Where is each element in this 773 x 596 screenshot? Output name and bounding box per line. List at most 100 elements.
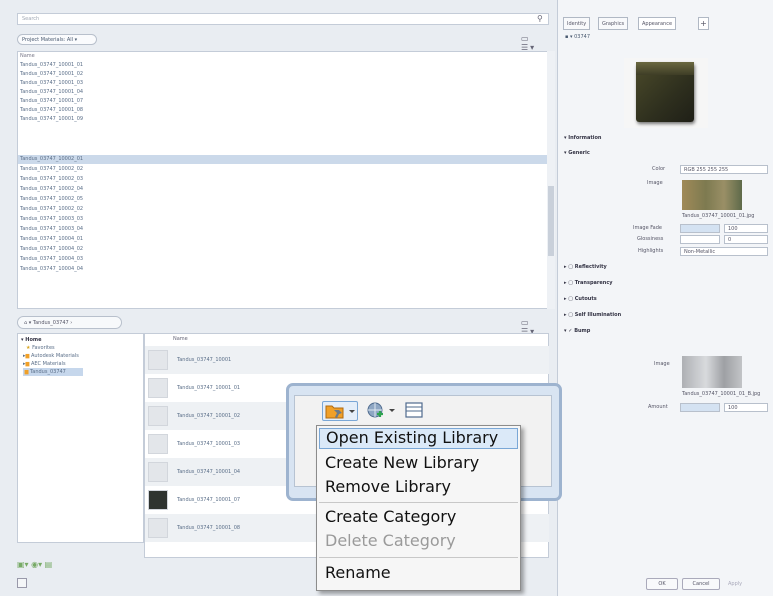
tab-graphics[interactable]: Graphics (598, 17, 629, 30)
material-swatch (148, 462, 168, 482)
library-toolbar-icons[interactable]: ▣▾ ◉▾ ▤ (17, 560, 52, 569)
list-item[interactable]: Tandus_03747_10003_03 (18, 215, 548, 224)
grid-item[interactable]: Tandus_03747_10001 (145, 346, 549, 374)
list-item[interactable]: Tandus_03747_10003_04 (18, 225, 548, 234)
filter-label: Project Materials: All (22, 37, 74, 43)
bump-image-thumbnail[interactable] (682, 356, 742, 388)
tree-library[interactable]: ▸▆ AEC Materials (23, 360, 66, 368)
section-label: Reflectivity (574, 264, 607, 270)
apply-button[interactable]: Apply (728, 581, 742, 590)
material-preview (624, 58, 708, 128)
section-label: Transparency (574, 280, 613, 286)
material-editor-panel: Identity Graphics Appearance + ▪ ▾ 03747… (557, 0, 773, 596)
grid-item-label: Tandus_03747_10001_01 (177, 385, 241, 391)
list-scrollbar[interactable] (547, 51, 555, 309)
glossiness-field[interactable]: 0 (724, 235, 768, 244)
scrollbar-thumb[interactable] (548, 186, 554, 256)
menu-item-open-existing-library[interactable]: Open Existing Library (319, 428, 518, 449)
globe-add-icon (367, 402, 395, 418)
section-transparency[interactable]: ▸ ▢ Transparency (564, 280, 613, 289)
library-menu-button[interactable] (322, 401, 358, 421)
search-icon[interactable]: ⚲ (537, 14, 547, 24)
asset-icon: ▪ ▾ (565, 34, 573, 40)
add-tab-button[interactable]: + (698, 17, 709, 30)
section-label: Information (568, 135, 602, 141)
folder-wrench-icon (325, 405, 355, 419)
amount-field[interactable]: 100 (724, 403, 768, 412)
section-bump[interactable]: ▾ ✓ Bump (564, 328, 590, 337)
list-item[interactable]: Tandus_03747_10002_03 (18, 175, 548, 184)
list-item[interactable]: Tandus_03747_10002_05 (18, 195, 548, 204)
grid-item-label: Tandus_03747_10001_08 (177, 525, 241, 531)
list-item[interactable]: Tandus_03747_10004_04 (18, 265, 548, 274)
list-item[interactable]: Tandus_03747_10002_02 (18, 205, 548, 214)
library-view-options-icon[interactable]: ▭ ☰▾ (521, 318, 545, 336)
search-input[interactable]: Search (17, 13, 549, 25)
section-label: Bump (574, 328, 591, 334)
section-cutouts[interactable]: ▸ ▢ Cutouts (564, 296, 597, 305)
add-material-button[interactable] (365, 401, 399, 421)
ok-button[interactable]: OK (646, 578, 678, 590)
tab-identity[interactable]: Identity (563, 17, 591, 30)
tree-library[interactable]: ▸▆ Autodesk Materials (23, 352, 79, 360)
panel-toggle-icon[interactable] (17, 578, 27, 588)
cancel-button[interactable]: Cancel (682, 578, 720, 590)
material-swatch (148, 490, 168, 510)
list-item[interactable]: Tandus_03747_10001_09 (18, 115, 548, 124)
list-item[interactable]: Tandus_03747_10002_02 (18, 165, 548, 174)
tree-home-label: Home (25, 337, 42, 343)
tree-home[interactable]: ▾ Home (21, 336, 42, 344)
preview-cube (636, 62, 694, 122)
folder-icon: ▆ (25, 361, 30, 367)
list-item[interactable]: Tandus_03747_10004_02 (18, 245, 548, 254)
list-header: Name (20, 53, 35, 59)
list-item[interactable]: Tandus_03747_10001_01 (18, 61, 548, 70)
section-self-illumination[interactable]: ▸ ▢ Self Illumination (564, 312, 621, 321)
list-item[interactable]: Tandus_03747_10004_01 (18, 235, 548, 244)
material-swatch (148, 434, 168, 454)
library-tree: ▾ Home ★ Favorites ▸▆ Autodesk Materials… (17, 333, 144, 543)
tree-library-label: AEC Materials (30, 361, 66, 367)
folder-icon: ▆ (24, 369, 29, 375)
color-field[interactable]: RGB 255 255 255 (680, 165, 768, 174)
library-breadcrumb-bar: ⌂ ▾ Tandus_03747 › ▭ ☰▾ (17, 316, 549, 336)
menu-item-remove-library[interactable]: Remove Library (319, 477, 518, 498)
section-generic[interactable]: ▾ Generic (564, 150, 590, 159)
library-dropdown-menu: Open Existing Library Create New Library… (316, 425, 521, 591)
menu-item-create-category[interactable]: Create Category (319, 507, 518, 528)
project-materials-dropdown[interactable]: Project Materials: All ▾ (17, 34, 97, 45)
list-item[interactable]: Tandus_03747_10004_03 (18, 255, 548, 264)
bump-image-filename[interactable]: Tandus_03747_10001_01_B.jpg (682, 391, 760, 400)
breadcrumb[interactable]: ⌂ ▾ Tandus_03747 › (17, 316, 122, 329)
list-item[interactable]: Tandus_03747_10001_07 (18, 97, 548, 106)
toggle-panel-button[interactable] (404, 401, 426, 421)
list-item[interactable]: Tandus_03747_10001_04 (18, 88, 548, 97)
home-icon[interactable]: ⌂ ▾ (24, 320, 31, 326)
list-item-selected[interactable]: Tandus_03747_10002_01 (18, 155, 548, 164)
amount-slider[interactable] (680, 403, 720, 412)
section-reflectivity[interactable]: ▸ ▢ Reflectivity (564, 264, 607, 273)
menu-item-delete-category: Delete Category (325, 531, 456, 550)
list-item[interactable]: Tandus_03747_10001_02 (18, 70, 548, 79)
menu-separator (319, 557, 518, 558)
list-item[interactable]: Tandus_03747_10002_04 (18, 185, 548, 194)
grid-header: Name (173, 336, 188, 342)
tree-favorites[interactable]: ★ Favorites (26, 344, 55, 352)
view-options-icon[interactable]: ▭ ☰▾ (521, 34, 545, 52)
image-fade-label: Image Fade (633, 225, 662, 231)
menu-item-create-new-library[interactable]: Create New Library (319, 453, 518, 474)
diffuse-image-thumbnail[interactable] (682, 180, 742, 210)
highlights-dropdown[interactable]: Non-Metallic (680, 247, 768, 256)
glossiness-slider[interactable] (680, 235, 720, 244)
star-icon: ★ (26, 345, 31, 351)
image-fade-field[interactable]: 100 (724, 224, 768, 233)
tree-library-selected[interactable]: ▆ Tandus_03747 (23, 368, 83, 376)
list-item[interactable]: Tandus_03747_10001_03 (18, 79, 548, 88)
grid-item-label: Tandus_03747_10001_04 (177, 469, 241, 475)
menu-item-rename[interactable]: Rename (319, 563, 518, 584)
list-item[interactable]: Tandus_03747_10001_08 (18, 106, 548, 115)
section-information[interactable]: ▾ Information (564, 135, 601, 144)
tab-appearance[interactable]: Appearance (638, 17, 677, 30)
image-fade-slider[interactable] (680, 224, 720, 233)
image-filename[interactable]: Tandus_03747_10001_01.jpg (682, 213, 754, 222)
